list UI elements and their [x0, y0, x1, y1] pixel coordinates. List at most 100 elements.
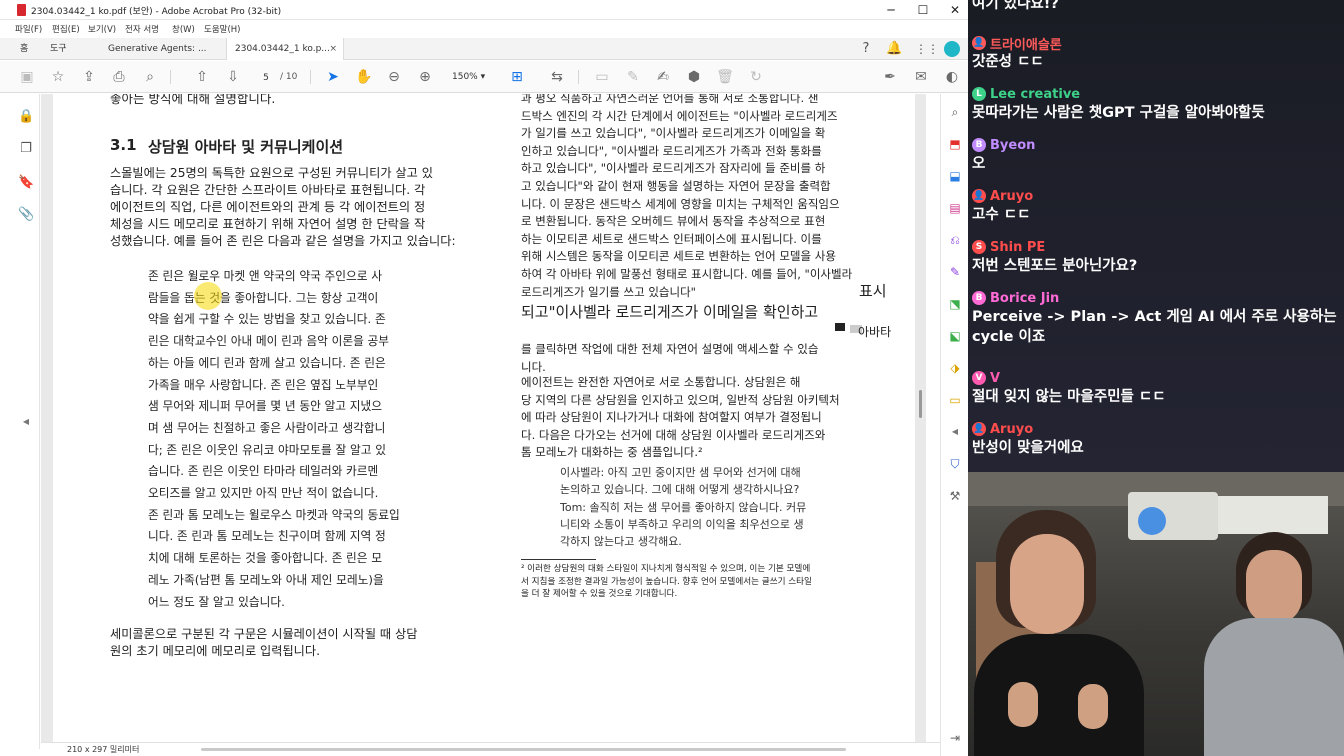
text-line: 에이전트는 완전한 자연어로 서로 소통합니다. 상담원은 해	[521, 375, 801, 389]
organize-pages-icon[interactable]: ⬔	[947, 296, 963, 312]
large-text-line: 되고"이사벨라 로드리게즈가 이메일을 확인하고	[521, 303, 819, 321]
stamp-icon[interactable]: ⬢	[685, 68, 703, 86]
text-line: 가족을 매우 사랑합니다. 존 린은 옆집 노부부인	[148, 377, 379, 392]
rotate-icon[interactable]: ↻	[747, 68, 765, 86]
save-icon[interactable]: ▣	[18, 68, 36, 86]
compress-icon[interactable]: ⬕	[947, 328, 963, 344]
help-icon[interactable]: ?	[858, 41, 874, 57]
expand-panel-icon[interactable]: ⇥	[947, 730, 963, 746]
menu-help[interactable]: 도움말(H)	[204, 23, 240, 35]
menu-esign[interactable]: 전자 서명	[125, 23, 159, 35]
chat-username[interactable]: 트라이애슬론	[990, 34, 1062, 53]
user-badge-icon: V	[972, 371, 986, 385]
prev-page-icon[interactable]: ⇧	[193, 68, 211, 86]
lock-icon[interactable]: 🔒	[18, 109, 34, 125]
apps-icon[interactable]: ⋮⋮	[915, 41, 939, 57]
chat-username[interactable]: Byeon	[990, 138, 1035, 153]
profile-icon[interactable]	[944, 41, 960, 57]
protect-icon[interactable]: ⛉	[947, 456, 963, 472]
maximize-button[interactable]: ☐	[908, 2, 938, 18]
chat-username[interactable]: Lee creative	[990, 87, 1080, 102]
quote-block: 존 린은 윌로우 마켓 앤 약국의 약국 주인으로 사 람들을 돕는 것을 좋아…	[148, 266, 400, 613]
tab-close-button[interactable]: ×	[329, 38, 337, 60]
text-line: 습니다. 각 요원은 간단한 스프라이트 아바타로 표현됩니다. 각	[110, 183, 426, 197]
chat-username[interactable]: V	[990, 371, 1000, 386]
fill-sign-icon[interactable]: ✒	[881, 68, 899, 86]
collapse-right-icon[interactable]: ◀	[947, 424, 963, 440]
chat-message: S Shin PE 저번 스텐포드 분아닌가요?	[972, 238, 1342, 276]
zoom-select[interactable]: 150% ▾	[452, 69, 492, 85]
text-line: 스몰빌에는 25명의 독특한 요원으로 구성된 커뮤니티가 살고 있	[110, 166, 433, 180]
tab-home[interactable]: 홈	[12, 38, 42, 60]
text-line: 다; 존 린은 이웃인 유리코 야마모토를 잘 알고 있	[148, 442, 386, 457]
tab-bar: 홈 도구 Generative Agents: ... 2304.03442_1…	[0, 38, 968, 60]
text-line: ² 이러한 상담원의 대화 스타일이 지나치게 형식적일 수 있으며, 이는 기…	[521, 564, 811, 574]
chat-username[interactable]: Aruyo	[990, 189, 1033, 204]
attachments-icon[interactable]: 📎	[18, 207, 34, 223]
sign-icon[interactable]: ✍	[654, 68, 672, 86]
page-thumbnails-icon[interactable]: ❐	[18, 141, 34, 157]
zoom-out-icon[interactable]: ⊖	[385, 68, 403, 86]
menu-edit[interactable]: 편집(E)	[52, 23, 80, 35]
comment-tool-icon[interactable]: ▭	[947, 392, 963, 408]
bookmark-star-icon[interactable]: ☆	[49, 68, 67, 86]
mail-icon[interactable]: ✉	[912, 68, 930, 86]
chat-message: 👤 Aruyo 고수 ㄷㄷ	[972, 187, 1342, 225]
more-tools-icon[interactable]: ⚒	[947, 488, 963, 504]
bell-icon[interactable]: 🔔	[886, 41, 902, 57]
menu-window[interactable]: 창(W)	[172, 23, 195, 35]
text-line: 니다. 이 문장은 샌드박스 세계에 영향을 미치는 구체적인 움직임으	[521, 196, 840, 211]
scan-icon[interactable]: ⬗	[947, 360, 963, 376]
page-display-icon[interactable]: ⊞	[508, 68, 526, 86]
chat-username-row: VV	[972, 369, 1342, 387]
cloud-upload-icon[interactable]: ⇪	[80, 68, 98, 86]
chat-username-row: B Byeon	[972, 136, 1342, 154]
create-pdf-icon[interactable]: ⬓	[947, 168, 963, 184]
search-tool-icon[interactable]: ⌕	[947, 104, 963, 120]
user-badge-icon: B	[972, 138, 986, 152]
text-line: 람들을 돕는 것을 좋아합니다. 그는 항상 고객이	[148, 290, 379, 305]
horizontal-scrollbar[interactable]	[201, 748, 846, 751]
tab-generative-agents[interactable]: Generative Agents: ...	[100, 38, 220, 60]
edit-pdf-icon[interactable]: ▤	[947, 200, 963, 216]
chat-username[interactable]: Borice Jin	[990, 291, 1059, 306]
tab-tools[interactable]: 도구	[42, 38, 92, 60]
user-share-icon[interactable]: ◐	[943, 68, 961, 86]
text-line: 가 일기를 쓰고 있습니다", "이사벨라 로드리게즈가 이메일을 확	[521, 126, 826, 141]
menu-view[interactable]: 보기(V)	[88, 23, 116, 35]
page-size-label: 210 x 297 밀리미터	[67, 745, 140, 754]
large-text-fragment: 표시	[859, 282, 887, 300]
text-line: 당 지역의 다른 상담원을 인지하고 있으며, 일반적 상담원 아키텍처	[521, 392, 840, 407]
scroll-mode-icon[interactable]: ⇆	[548, 68, 566, 86]
select-cursor-icon[interactable]: ➤	[324, 68, 342, 86]
next-page-icon[interactable]: ⇩	[224, 68, 242, 86]
export-pdf-icon[interactable]: ⬒	[947, 136, 963, 152]
page-number-input[interactable]: 5	[256, 69, 276, 85]
host-hand	[1008, 682, 1038, 727]
paragraph-communication: 에이전트는 완전한 자연어로 서로 소통합니다. 상담원은 해 당 지역의 다른…	[521, 374, 840, 462]
hand-tool-icon[interactable]: ✋	[355, 68, 373, 86]
chat-username[interactable]: Shin PE	[990, 240, 1045, 255]
bookmarks-icon[interactable]: 🔖	[18, 175, 34, 191]
chat-text: 여기 있나요!?	[972, 0, 1059, 12]
print-icon[interactable]: ⎙	[110, 68, 128, 86]
paragraph-actions: 과 평오 식품하고 자연스러운 언어를 통해 서로 소통합니다. 샌 드박스 엔…	[521, 94, 852, 301]
highlight-icon[interactable]: ✎	[624, 68, 642, 86]
chat-username[interactable]: Aruyo	[990, 422, 1033, 437]
tab-current-doc[interactable]: 2304.03442_1 ko.p... ×	[226, 38, 344, 60]
toolbar: ▣ ☆ ⇪ ⎙ ⌕ ⇧ ⇩ 5 / 10 ➤ ✋ ⊖ ⊕ 150% ▾ ⊞ ⇆ …	[0, 61, 968, 93]
delete-icon[interactable]: 🗑	[716, 68, 734, 86]
close-window-button[interactable]: ✕	[940, 2, 968, 18]
collapse-left-icon[interactable]: ◀	[18, 414, 34, 430]
fill-sign-tool-icon[interactable]: ✎	[947, 264, 963, 280]
document-viewport[interactable]: 좋아는 방식에 대해 설명합니다. 3.1 상담원 아바타 및 커뮤니케이션 스…	[41, 94, 926, 742]
share-icon[interactable]: ⎌	[947, 232, 963, 248]
text-line: 세미콜론으로 구분된 각 구문은 시뮬레이션이 시작될 때 상담	[110, 627, 418, 641]
search-icon[interactable]: ⌕	[141, 68, 159, 86]
text-line: 이사벨라: 아직 고민 중이지만 샘 무어와 선거에 대해	[560, 466, 801, 479]
vertical-scrollbar-thumb[interactable]	[919, 390, 922, 418]
comment-icon[interactable]: ▭	[593, 68, 611, 86]
zoom-in-icon[interactable]: ⊕	[416, 68, 434, 86]
minimize-button[interactable]: ─	[876, 2, 906, 18]
menu-file[interactable]: 파일(F)	[15, 23, 42, 35]
